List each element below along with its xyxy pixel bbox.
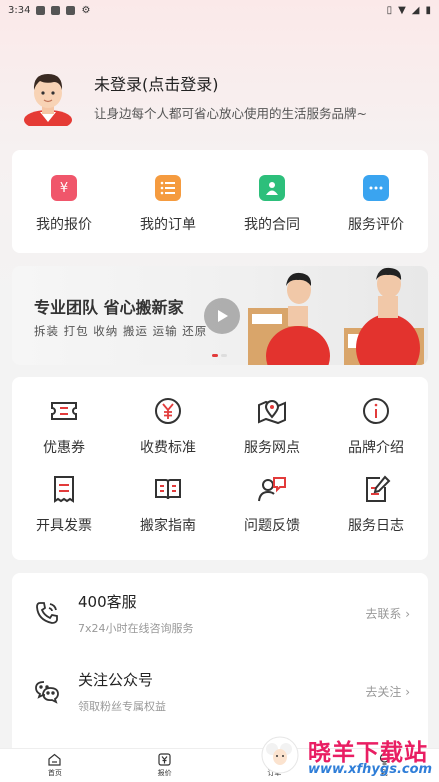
customer-service-title: 400客服 [78,592,137,611]
service-log-button[interactable]: 服务日志 [324,473,428,551]
play-video-button[interactable] [204,298,240,334]
bottom-tab-bar: 首页 报价 订单 我 [0,748,439,782]
my-orders-button[interactable]: 我的订单 [116,150,220,253]
service-review-label: 服务评价 [348,217,404,233]
service-outlets-label: 服务网点 [244,440,300,456]
moving-guide-label: 搬家指南 [140,517,196,534]
tab-me[interactable]: 我 [329,749,439,782]
status-bar: 3:34 ⚙ ▯ ▼ ◢ ▮ [0,0,439,20]
my-orders-label: 我的订单 [140,217,196,233]
service-review-button[interactable]: 服务评价 [324,150,428,253]
banner-subtitle: 拆装 打包 收纳 搬运 运输 还原 [34,324,208,338]
movers-image [248,267,424,365]
brand-slogan: 让身边每个人都可省心放心使用的生活服务品牌~ [94,105,367,121]
tab-home[interactable]: 首页 [0,749,110,782]
notification-a-icon [66,5,76,15]
wechat-follow-subtitle: 领取粉丝专属权益 [78,699,166,713]
yen-circle-icon [155,398,181,424]
follow-link[interactable]: 去关注 › [365,683,410,700]
tab-me-label: 我 [380,769,388,777]
list-icon [155,175,181,201]
play-icon [218,310,228,322]
services-grid: 优惠券 收费标准 服务网点 品牌介绍 开具发票 搬家指南 问题反馈 服务日志 [12,377,428,560]
battery-icon: ▮ [425,4,431,16]
avatar[interactable] [20,66,76,126]
quick-actions-card: ¥ 我的报价 我的订单 我的合同 服务评价 [12,150,428,253]
feedback-icon [258,476,286,501]
contact-card: 400客服 7x24小时在线咨询服务 去联系 › 关注公众号 领取粉丝专属权益 … [12,573,428,748]
invoice-icon [54,475,74,503]
customer-service-subtitle: 7x24小时在线咨询服务 [78,621,194,635]
book-icon [155,478,181,499]
order-icon [268,753,280,766]
pricing-button[interactable]: 收费标准 [116,395,220,473]
home-icon [48,753,61,766]
contact-card-icon [259,175,285,201]
brand-intro-label: 品牌介绍 [348,440,404,456]
notification-square-icon [36,5,46,15]
feedback-button[interactable]: 问题反馈 [220,473,324,551]
my-contract-button[interactable]: 我的合同 [220,150,324,253]
wechat-follow-title: 关注公众号 [78,670,154,689]
my-quote-button[interactable]: ¥ 我的报价 [12,150,116,253]
service-outlets-button[interactable]: 服务网点 [220,395,324,473]
feedback-label: 问题反馈 [244,517,300,534]
invoice-button[interactable]: 开具发票 [12,473,116,551]
bulb-icon [379,753,389,765]
vibrate-icon: ▯ [386,4,393,16]
wifi-icon: ▼ [398,4,406,16]
coupon-label: 优惠券 [43,440,85,456]
wechat-icon [35,681,59,704]
promo-banner[interactable]: 专业团队 省心搬新家 拆装 打包 收纳 搬运 运输 还原 [12,266,428,365]
login-title[interactable]: 未登录(点击登录) [94,71,367,95]
chat-bubble-icon [363,175,389,201]
info-icon [363,398,389,424]
yen-icon: ¥ [51,175,77,201]
yen-icon [158,753,171,766]
my-contract-label: 我的合同 [244,217,300,233]
signal-icon: ◢ [411,4,420,16]
notification-square-icon [51,5,61,15]
banner-title: 专业团队 省心搬新家 [34,298,184,317]
coupon-icon [51,402,77,420]
service-log-label: 服务日志 [348,517,404,534]
customer-service-row[interactable]: 400客服 7x24小时在线咨询服务 去联系 › [12,573,428,653]
pricing-label: 收费标准 [140,440,196,456]
phone-icon [36,602,58,624]
profile-login[interactable]: 未登录(点击登录) 让身边每个人都可省心放心使用的生活服务品牌~ [20,66,367,126]
my-quote-label: 我的报价 [36,217,92,233]
brand-intro-button[interactable]: 品牌介绍 [324,395,428,473]
contact-link[interactable]: 去联系 › [365,605,410,622]
tab-orders-label: 订单 [267,769,282,777]
tab-quote-label: 报价 [157,769,172,777]
status-time: 3:34 [8,4,31,16]
log-icon [366,475,391,502]
carousel-dot-active [212,354,218,357]
carousel-indicator [212,354,227,357]
tab-orders[interactable]: 订单 [220,749,330,782]
invoice-label: 开具发票 [36,517,92,534]
tab-home-label: 首页 [47,769,62,777]
map-pin-icon [258,400,286,425]
moving-guide-button[interactable]: 搬家指南 [116,473,220,551]
bug-icon: ⚙ [81,4,91,16]
carousel-dot [221,354,227,357]
tab-quote[interactable]: 报价 [110,749,220,782]
wechat-follow-row[interactable]: 关注公众号 领取粉丝专属权益 去关注 › [12,651,428,731]
coupon-button[interactable]: 优惠券 [12,395,116,473]
